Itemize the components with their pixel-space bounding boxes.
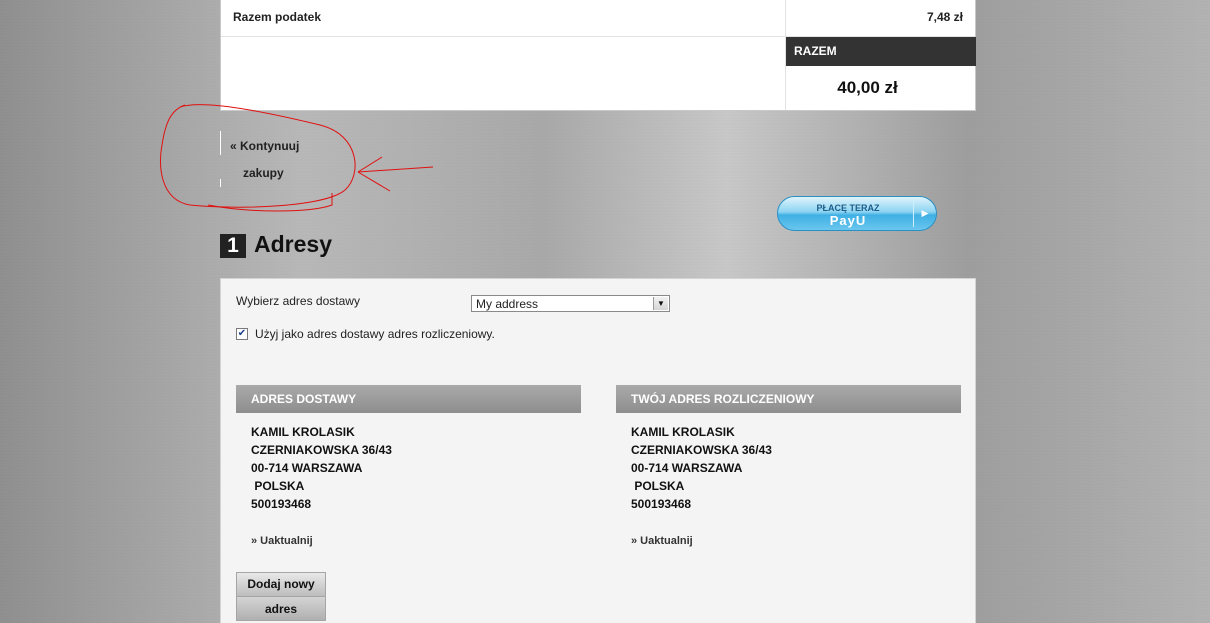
- tax-row: Razem podatek 7,48 zł: [221, 0, 975, 37]
- billing-address-header: TWÓJ ADRES ROZLICZENIOWY: [616, 385, 961, 413]
- billing-address-street: CZERNIAKOWSKA 36/43: [631, 443, 772, 457]
- add-new-address-label-line1: Dodaj nowy: [236, 572, 326, 597]
- billing-address-phone: 500193468: [631, 497, 692, 511]
- same-address-checkbox[interactable]: ✔: [236, 328, 248, 340]
- red-annotation-circle-arrow: [159, 104, 434, 212]
- tax-label: Razem podatek: [233, 10, 322, 24]
- delivery-address-select-label: Wybierz adres dostawy: [236, 294, 360, 308]
- add-new-address-button[interactable]: Dodaj nowy adres: [236, 572, 326, 621]
- delivery-address-country: POLSKA: [251, 479, 305, 493]
- billing-address-name: KAMIL KROLASIK: [631, 425, 735, 439]
- total-header: RAZEM: [786, 37, 976, 66]
- section-number: 1: [220, 234, 246, 258]
- billing-address-details: KAMIL KROLASIK CZERNIAKOWSKA 36/43 00-71…: [631, 423, 772, 513]
- delivery-address-phone: 500193468: [251, 497, 312, 511]
- dropdown-arrow-icon[interactable]: ▼: [653, 297, 668, 310]
- delivery-address-update-link[interactable]: » Uaktualnij: [251, 535, 313, 547]
- tax-value: 7,48 zł: [926, 10, 963, 24]
- payu-pay-now-text: PŁACĘ TERAZ: [816, 203, 880, 213]
- billing-address-country: POLSKA: [631, 479, 685, 493]
- total-value: 40,00 zł: [837, 78, 898, 97]
- section-title: Adresy: [254, 231, 332, 257]
- play-arrow-icon: ▶: [913, 200, 936, 227]
- delivery-address-city: 00-714 WARSZAWA: [251, 461, 363, 475]
- address-panel: Wybierz adres dostawy My address ▼ ✔ Uży…: [220, 278, 976, 623]
- delivery-address-select-value: My address: [476, 297, 539, 311]
- add-new-address-label-line2: adres: [236, 597, 326, 621]
- delivery-address-name: KAMIL KROLASIK: [251, 425, 355, 439]
- payu-logo: PayU: [829, 213, 867, 228]
- same-address-checkbox-label[interactable]: Użyj jako adres dostawy adres rozliczeni…: [255, 327, 495, 341]
- delivery-address-header: ADRES DOSTAWY: [236, 385, 581, 413]
- billing-address-update-link[interactable]: » Uaktualnij: [631, 535, 693, 547]
- delivery-address-details: KAMIL KROLASIK CZERNIAKOWSKA 36/43 00-71…: [251, 423, 392, 513]
- delivery-address-select[interactable]: My address ▼: [471, 295, 670, 312]
- billing-address-city: 00-714 WARSZAWA: [631, 461, 743, 475]
- payu-pay-now-button[interactable]: PŁACĘ TERAZ PayU ▶: [777, 196, 937, 231]
- delivery-address-street: CZERNIAKOWSKA 36/43: [251, 443, 392, 457]
